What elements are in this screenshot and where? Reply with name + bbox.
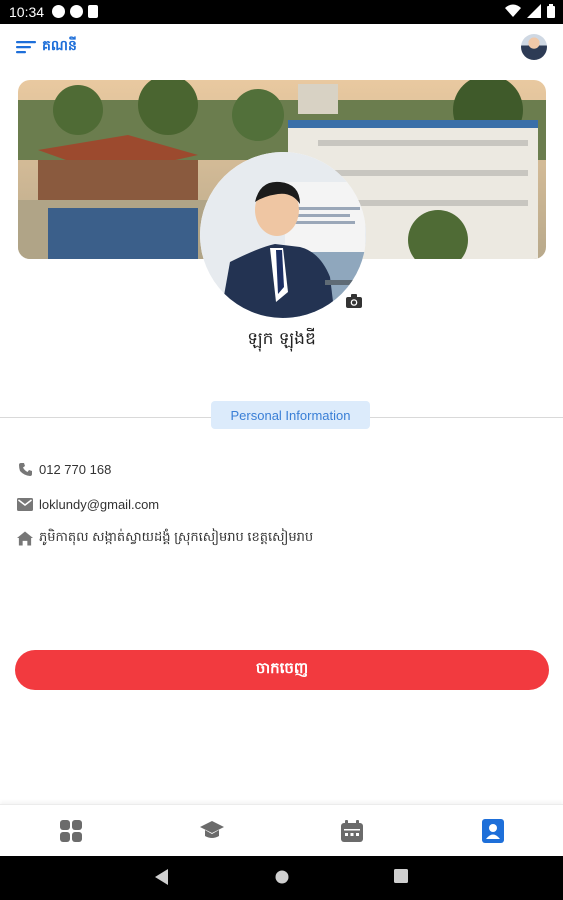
calendar-icon bbox=[341, 820, 363, 842]
profile-name: ឡុក ឡុងឌី bbox=[247, 329, 316, 349]
nav-school[interactable] bbox=[200, 819, 224, 843]
back-icon[interactable] bbox=[155, 869, 169, 885]
nav-profile[interactable] bbox=[481, 819, 505, 843]
recents-icon[interactable] bbox=[394, 869, 408, 883]
school-icon bbox=[200, 821, 224, 838]
camera-icon bbox=[346, 294, 362, 308]
wifi-icon bbox=[505, 4, 521, 17]
status-app-icons bbox=[52, 5, 98, 18]
home-icon[interactable] bbox=[274, 869, 290, 885]
bottom-navigation bbox=[0, 804, 563, 857]
profile-icon bbox=[482, 819, 504, 843]
email-address: loklundy@gmail.com bbox=[39, 496, 160, 512]
signal-icon bbox=[527, 4, 541, 18]
app-p-icon bbox=[70, 5, 83, 18]
nav-dashboard[interactable] bbox=[59, 819, 83, 843]
battery-icon bbox=[547, 4, 555, 18]
status-right-icons bbox=[505, 4, 555, 18]
system-navigation-bar bbox=[0, 856, 563, 900]
email-row: loklundy@gmail.com bbox=[17, 496, 159, 512]
sd-card-icon bbox=[88, 5, 98, 18]
status-bar: 10:34 bbox=[0, 0, 563, 24]
app-bar: គណនី bbox=[0, 24, 563, 72]
phone-icon bbox=[17, 461, 33, 477]
logout-button[interactable]: ចាកចេញ bbox=[15, 650, 549, 690]
phone-number: 012 770 168 bbox=[39, 461, 112, 477]
phone-row: 012 770 168 bbox=[17, 461, 111, 477]
profile-photo[interactable] bbox=[200, 152, 366, 318]
menu-lines-icon bbox=[16, 40, 36, 53]
account-menu-button[interactable]: គណនី bbox=[16, 36, 77, 57]
account-title: គណនី bbox=[42, 38, 77, 54]
home-address-icon bbox=[17, 531, 33, 547]
address-text: ភូមិកាតុល សង្កាត់ស្វាយដង្គំ ស្រុកសៀមរាប … bbox=[39, 529, 314, 544]
email-icon bbox=[17, 496, 33, 512]
nav-calendar[interactable] bbox=[340, 819, 364, 843]
status-time: 10:34 bbox=[9, 4, 45, 20]
dashboard-icon bbox=[60, 820, 82, 842]
address-row: ភូមិកាតុល សង្កាត់ស្វាយដង្គំ ស្រុកសៀមរាប … bbox=[17, 529, 313, 548]
app-a-icon bbox=[52, 5, 65, 18]
section-title: Personal Information bbox=[211, 401, 370, 429]
avatar[interactable] bbox=[521, 34, 547, 60]
change-photo-button[interactable] bbox=[343, 290, 365, 312]
